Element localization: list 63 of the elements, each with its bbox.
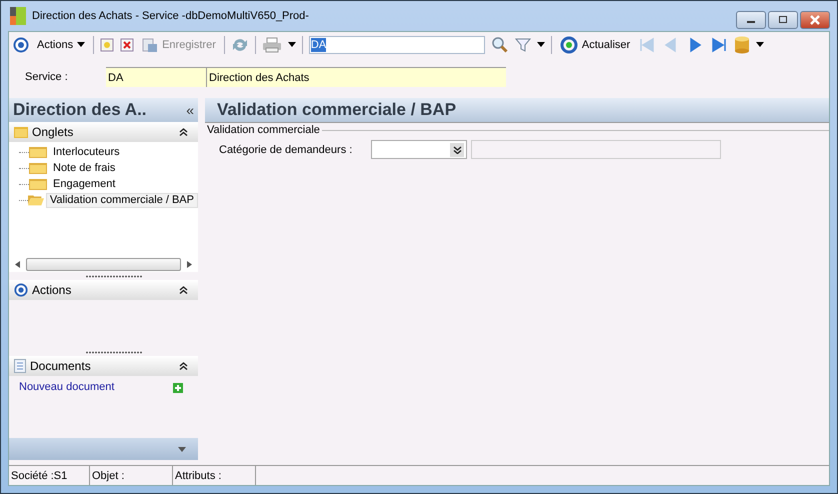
close-icon: [808, 15, 822, 25]
folder-icon: [29, 162, 47, 174]
panel-header[interactable]: Onglets: [9, 122, 198, 142]
maximize-icon: [777, 15, 789, 25]
status-cell: Objet :: [90, 466, 173, 485]
app-icon: [10, 7, 26, 25]
target-icon[interactable]: [13, 36, 29, 52]
scroll-left-icon[interactable]: [15, 260, 20, 268]
refresh-icon: [560, 36, 578, 54]
folder-icon: [14, 126, 28, 138]
navigation-arrow-icon[interactable]: [710, 36, 728, 54]
sidebar-title: Direction des A..: [13, 100, 147, 120]
database-icon[interactable]: [734, 36, 750, 54]
search-field[interactable]: DA: [308, 36, 485, 54]
chevron-down-icon[interactable]: [452, 146, 462, 154]
tree-item[interactable]: Interlocuteurs: [49, 144, 124, 160]
printer-icon[interactable]: [262, 36, 282, 52]
folder-icon: [29, 178, 47, 190]
minimize-button[interactable]: [736, 11, 766, 29]
chevron-up-icon[interactable]: [179, 286, 188, 294]
scroll-right-icon[interactable]: [187, 260, 192, 268]
save-icon: [142, 36, 158, 52]
delete-icon[interactable]: [120, 38, 134, 52]
maximize-button[interactable]: [768, 11, 798, 29]
group-title: Validation commerciale: [207, 124, 320, 136]
content-title: Validation commerciale / BAP: [217, 100, 456, 120]
category-description-field[interactable]: [471, 140, 721, 159]
status-cell: Attributs :: [173, 466, 256, 485]
caret-icon: [77, 42, 86, 47]
field-label: Catégorie de demandeurs :: [219, 144, 354, 156]
target-icon: [14, 283, 28, 297]
service-code-field[interactable]: DA: [106, 67, 206, 87]
collapse-button[interactable]: «: [186, 102, 194, 118]
caret-icon[interactable]: [178, 446, 186, 452]
actions-menu-button[interactable]: Actions: [35, 38, 88, 50]
tree-item[interactable]: Note de frais: [49, 160, 120, 176]
tree-item[interactable]: Validation commerciale / BAP: [46, 192, 198, 208]
close-button[interactable]: [800, 11, 830, 29]
horizontal-scrollbar[interactable]: [9, 256, 198, 272]
panel-header[interactable]: Actions: [9, 280, 198, 300]
chevron-up-icon[interactable]: [179, 128, 188, 136]
status-cell: Société :S1: [9, 466, 90, 485]
dropdown-caret-icon[interactable]: [756, 42, 764, 47]
add-icon[interactable]: [173, 383, 183, 393]
service-label: Service :: [24, 71, 69, 83]
panel-title: Onglets: [32, 125, 74, 139]
service-name-field[interactable]: Direction des Achats: [206, 67, 506, 87]
search-icon[interactable]: [490, 36, 509, 54]
new-document-link[interactable]: Nouveau document: [19, 381, 114, 393]
chevron-up-icon[interactable]: [179, 362, 188, 370]
dropdown-caret-icon[interactable]: [536, 42, 545, 47]
dropdown-caret-icon[interactable]: [288, 42, 296, 47]
panel-title: Actions: [32, 283, 72, 297]
refresh-button[interactable]: Actualiser: [558, 36, 632, 54]
new-document-icon[interactable]: [100, 38, 114, 52]
panel-title: Documents: [30, 359, 91, 373]
panel-header[interactable]: Documents: [9, 356, 198, 376]
filter-icon[interactable]: [514, 36, 531, 52]
document-icon: [14, 359, 26, 373]
folder-icon: [29, 146, 47, 158]
window-title: Direction des Achats - Service -dbDemoMultiV650_Prod-: [32, 10, 309, 22]
folder-icon: [28, 194, 44, 206]
tree-item[interactable]: Engagement: [49, 176, 120, 192]
